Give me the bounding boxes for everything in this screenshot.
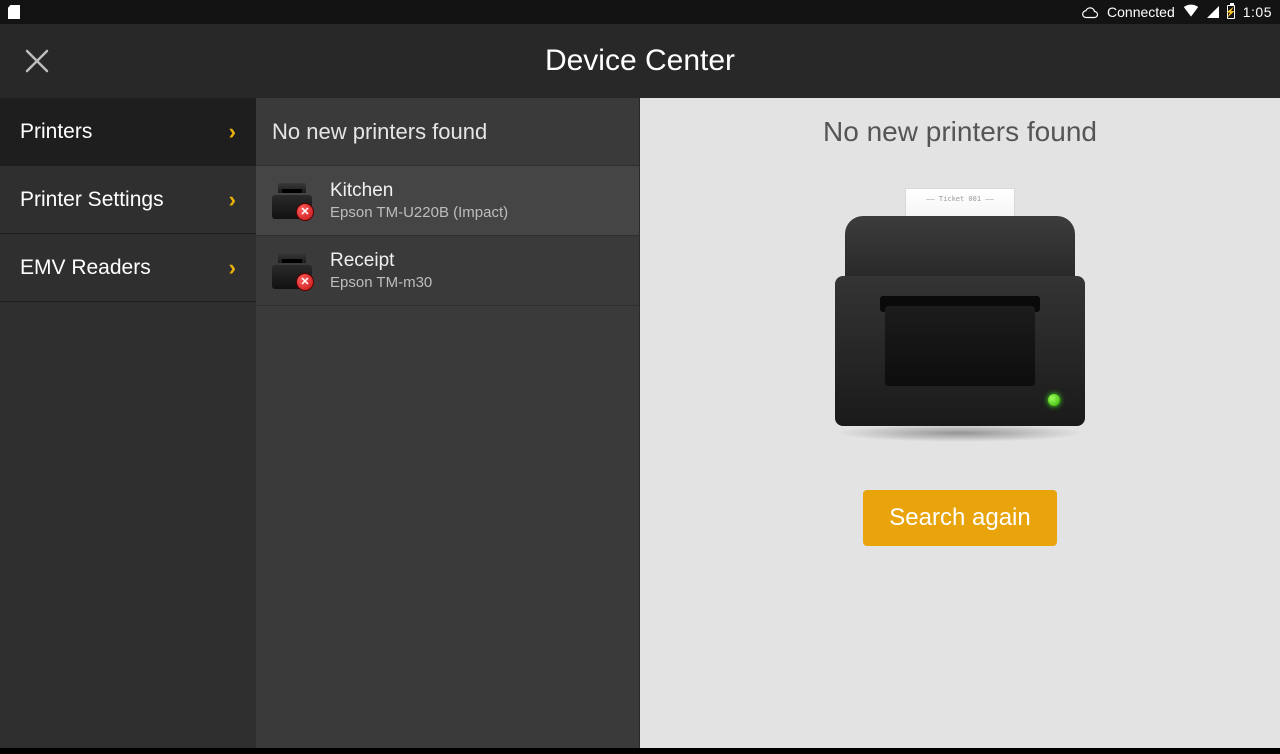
android-navbar bbox=[0, 748, 1280, 754]
printer-icon: ✕ bbox=[270, 249, 314, 293]
clock-label: 1:05 bbox=[1243, 4, 1272, 20]
printer-row-receipt[interactable]: ✕ Receipt Epson TM-m30 bbox=[256, 236, 639, 306]
battery-charging-icon: ⚡ bbox=[1227, 5, 1235, 19]
sidebar-item-emv-readers[interactable]: EMV Readers › bbox=[0, 234, 256, 302]
detail-panel: No new printers found —— Ticket 001 —— S… bbox=[640, 98, 1280, 748]
chevron-right-icon: › bbox=[229, 255, 236, 281]
sidebar-item-printer-settings[interactable]: Printer Settings › bbox=[0, 166, 256, 234]
chevron-right-icon: › bbox=[229, 187, 236, 213]
printer-model: Epson TM-U220B (Impact) bbox=[330, 204, 508, 221]
cell-signal-icon bbox=[1207, 6, 1219, 18]
sidebar: Printers › Printer Settings › EMV Reader… bbox=[0, 98, 256, 748]
printer-name: Receipt bbox=[330, 250, 432, 272]
detail-message: No new printers found bbox=[823, 116, 1097, 148]
printer-name: Kitchen bbox=[330, 180, 508, 202]
search-again-button[interactable]: Search again bbox=[863, 490, 1056, 546]
close-button[interactable] bbox=[0, 24, 74, 98]
titlebar: Device Center bbox=[0, 24, 1280, 98]
sidebar-item-label: Printer Settings bbox=[20, 188, 164, 212]
printer-icon: ✕ bbox=[270, 179, 314, 223]
printer-led-icon bbox=[1048, 394, 1060, 406]
printer-list: No new printers found ✕ Kitchen Epson TM… bbox=[256, 98, 640, 748]
page-title: Device Center bbox=[0, 44, 1280, 78]
sdcard-icon bbox=[8, 5, 20, 19]
cloud-icon bbox=[1081, 6, 1099, 18]
android-status-bar: Connected ⚡ 1:05 bbox=[0, 0, 1280, 24]
printer-illustration: —— Ticket 001 —— bbox=[830, 188, 1090, 448]
error-badge-icon: ✕ bbox=[296, 273, 314, 291]
sidebar-item-printers[interactable]: Printers › bbox=[0, 98, 256, 166]
printer-list-header: No new printers found bbox=[256, 98, 639, 166]
wifi-icon bbox=[1183, 4, 1199, 21]
sidebar-item-label: Printers bbox=[20, 120, 92, 144]
close-icon bbox=[22, 46, 52, 76]
connection-status-label: Connected bbox=[1107, 4, 1175, 20]
printer-row-kitchen[interactable]: ✕ Kitchen Epson TM-U220B (Impact) bbox=[256, 166, 639, 236]
error-badge-icon: ✕ bbox=[296, 203, 314, 221]
printer-model: Epson TM-m30 bbox=[330, 274, 432, 291]
chevron-right-icon: › bbox=[229, 119, 236, 145]
sidebar-item-label: EMV Readers bbox=[20, 256, 151, 280]
